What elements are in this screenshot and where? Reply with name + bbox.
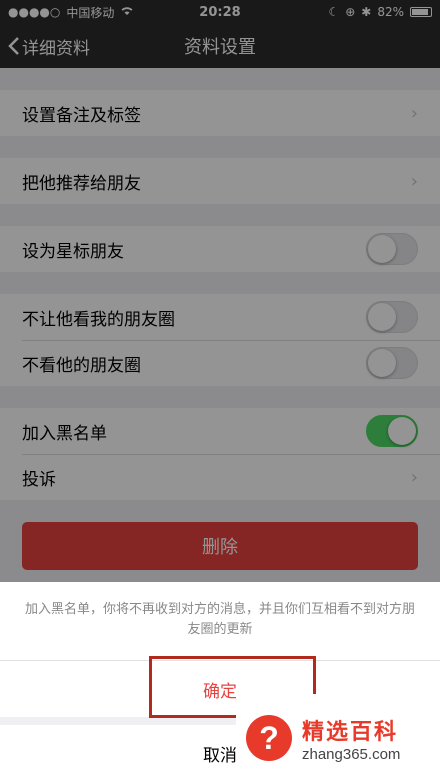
question-icon: ? — [246, 715, 292, 761]
action-sheet-message: 加入黑名单，你将不再收到对方的消息，并且你们互相看不到对方朋友圈的更新 — [0, 582, 440, 660]
watermark-text: 精选百科 zhang365.com — [302, 714, 400, 763]
watermark: ? 精选百科 zhang365.com — [236, 694, 440, 782]
dim-overlay[interactable] — [0, 0, 440, 582]
watermark-url: zhang365.com — [302, 745, 401, 763]
watermark-title: 精选百科 — [302, 719, 399, 745]
